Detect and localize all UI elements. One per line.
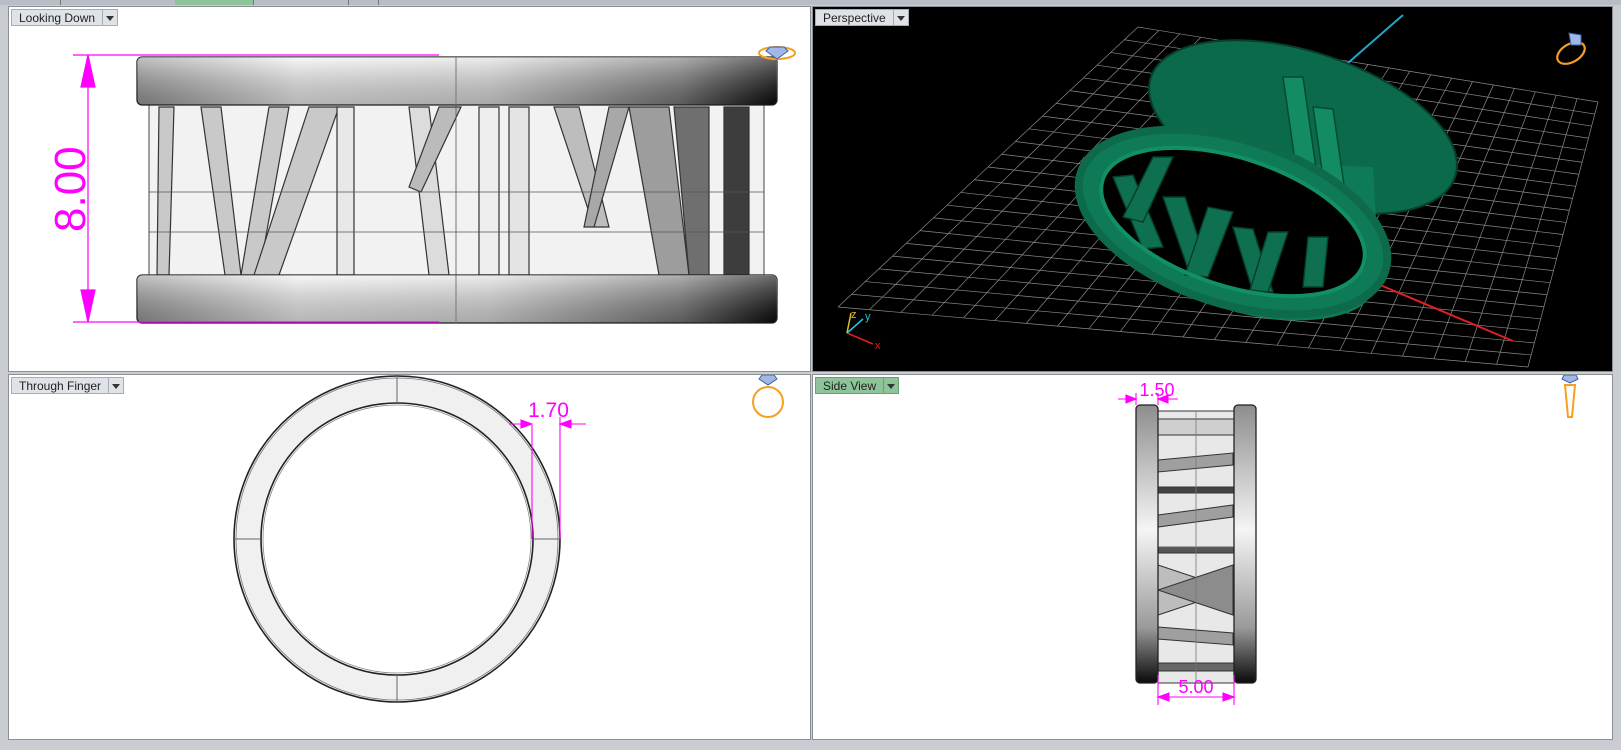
dropdown-arrow-icon[interactable] <box>893 9 909 26</box>
dimension-label: 1.70 <box>528 399 569 422</box>
view-tab-strip <box>0 0 1621 5</box>
viewport-looking-down[interactable]: Looking Down 8.00 <box>8 6 811 372</box>
status-strip <box>0 742 1621 750</box>
viewport-label: Perspective <box>815 9 909 26</box>
ring-orientation-icon <box>1556 32 1586 65</box>
dropdown-arrow-icon[interactable] <box>103 9 119 26</box>
viewport-label: Side View <box>815 377 900 394</box>
view-tab[interactable] <box>348 0 379 5</box>
ring-right-flange <box>1233 404 1257 684</box>
viewport-name: Side View <box>815 377 885 394</box>
through-finger-drawing: 1.70 <box>233 375 784 703</box>
ring-3d-model <box>1074 39 1458 321</box>
view-tab[interactable] <box>0 0 61 5</box>
viewport-through-finger[interactable]: Through Finger 1.70 <box>8 374 811 740</box>
viewport-side-view[interactable]: Side View 1.50 5.00 <box>812 374 1613 740</box>
viewport-label: Through Finger <box>11 377 125 394</box>
looking-down-drawing: 8.00 <box>46 46 796 324</box>
dimension-label-bottom: 5.00 <box>1178 677 1213 697</box>
ring-orientation-icon <box>758 46 796 60</box>
axis-z-label: z <box>851 309 857 321</box>
ring-inner-circle <box>260 402 534 676</box>
view-tab[interactable] <box>253 0 349 5</box>
dropdown-arrow-icon[interactable] <box>109 377 125 394</box>
dropdown-arrow-icon[interactable] <box>884 377 900 394</box>
view-tab-active[interactable] <box>175 0 254 5</box>
perspective-drawing: x y z <box>837 14 1599 368</box>
ring-orientation-icon <box>1561 375 1579 418</box>
dimension-label: 8.00 <box>46 146 95 232</box>
side-view-drawing: 1.50 5.00 <box>1118 375 1579 705</box>
viewport-name: Looking Down <box>11 9 104 26</box>
view-tab[interactable] <box>60 0 176 5</box>
axis-x-label: x <box>875 340 881 352</box>
axis-y-label: y <box>865 311 871 323</box>
ring-orientation-icon <box>752 375 784 418</box>
ring-left-flange <box>1135 404 1159 684</box>
dimension-label-top: 1.50 <box>1139 380 1174 400</box>
viewport-perspective[interactable]: Perspective x y z <box>812 6 1613 372</box>
viewport-name: Through Finger <box>11 377 110 394</box>
viewport-label: Looking Down <box>11 9 119 26</box>
axis-gizmo: x y z <box>846 309 881 352</box>
viewport-name: Perspective <box>815 9 894 26</box>
